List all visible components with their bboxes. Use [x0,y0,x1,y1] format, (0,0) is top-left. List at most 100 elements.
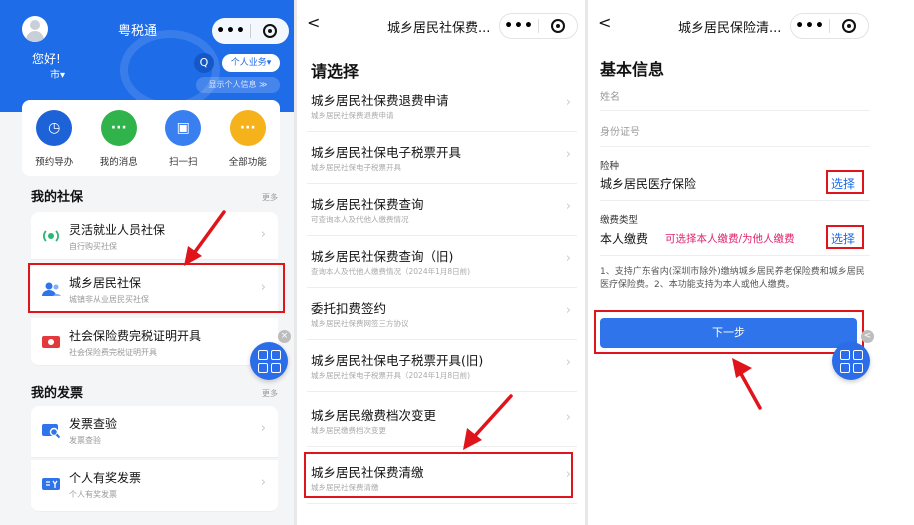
miniapp-capsule: ••• [790,13,869,39]
insurance-type-label: 险种 [600,161,620,172]
quick-action-all[interactable]: ··· 全部功能 [223,110,273,168]
list-item-title: 城乡居民社保费退费申请 [311,93,449,108]
section-title-invoice: 我的发票 [31,386,84,401]
nav-title: 城乡居民社保费... [387,21,491,36]
chevron-right-icon: › [565,410,571,425]
service-item-query[interactable]: 城乡居民社保费查询 可查询本人及代他人缴费情况 › [307,184,577,236]
avatar[interactable] [22,16,48,42]
chevron-right-icon: › [260,421,266,436]
float-menu-button[interactable] [832,342,870,380]
radio-icon [43,230,59,242]
annotation-arrow-icon [732,358,762,410]
list-item-subtitle: 城乡居民社保费退费申请 [311,111,394,120]
record-icon [263,24,277,38]
quick-action-messages[interactable]: ··· 我的消息 [94,110,144,168]
greeting: 您好! [32,52,61,66]
chevron-right-icon: › [565,147,571,162]
service-item-refund[interactable]: 城乡居民社保费退费申请 城乡居民社保费退费申请 › [307,80,577,132]
chevron-right-icon: › [565,95,571,110]
business-type-dropdown[interactable]: 个人业务▾ [222,54,280,72]
service-item-e-ticket-old[interactable]: 城乡居民社保电子税票开具(旧) 城乡居民社保电子税票开具（2024年1月8日前)… [307,340,577,392]
scan-icon: ▣ [165,110,202,146]
show-personal-info-toggle[interactable]: 显示个人信息 ≫ [196,77,280,93]
page-title: 基本信息 [600,60,665,79]
quick-action-label: 我的消息 [99,157,138,168]
invoice-check-icon [42,424,61,439]
social-item-flexible[interactable]: 灵活就业人员社保 自行购买社保 › [31,212,278,260]
certificate-icon [42,336,60,348]
id-number-field[interactable]: 身份证号 [600,123,640,138]
more-menu-button[interactable]: ••• [500,18,538,34]
reward-invoice-icon [42,478,60,490]
list-item-title: 城乡居民社保费查询 [311,197,424,212]
quick-action-scan[interactable]: ▣ 扫一扫 [158,110,208,168]
quick-actions: ◷ 预约导办 ··· 我的消息 ▣ 扫一扫 ··· 全部功能 [22,100,280,176]
float-close-button[interactable]: < [861,330,874,343]
annotation-arrow-icon [463,394,513,450]
payment-type-label: 缴费类型 [600,215,639,226]
quick-action-label: 全部功能 [228,157,267,168]
list-item-title: 灵活就业人员社保 [69,223,166,237]
quick-action-label: 预约导办 [35,157,74,168]
chevron-right-icon: › [565,251,571,266]
annotation-arrow-icon [184,210,226,266]
invoice-more-link[interactable]: 更多 [262,388,278,399]
name-field[interactable]: 姓名 [600,88,620,103]
highlight-box [594,310,864,354]
panel-home: 粤税通 ••• 您好! 市▾ Q 个人业务▾ 显示个人信息 ≫ ◷ 预约导办 ·… [0,0,294,525]
page-title: 请选择 [311,62,360,81]
insurance-type-value: 城乡居民医疗保险 [600,177,697,191]
back-button[interactable]: < [307,13,320,32]
panel-basic-info: < 城乡居民保险清... ••• 基本信息 姓名 身份证号 险种 城乡居民医疗保… [588,0,914,525]
city-selector[interactable]: 市▾ [50,66,65,81]
divider [600,110,870,111]
social-more-link[interactable]: 更多 [262,192,278,203]
divider [600,255,870,256]
list-item-subtitle: 城乡居民社保费网签三方协议 [311,319,409,328]
divider [600,200,870,201]
section-title-social: 我的社保 [31,190,84,205]
quick-action-appointment[interactable]: ◷ 预约导办 [29,110,79,168]
close-miniapp-button[interactable] [539,19,577,33]
notes-text: 1、支持广东省内(深圳市除外)缴纳城乡居民养老保险费和城乡居民医疗保险费。2、本… [600,267,865,290]
float-close-button[interactable]: × [278,330,291,343]
close-miniapp-button[interactable] [251,24,289,38]
invoice-item-reward[interactable]: 个人有奖发票 个人有奖发票 › [31,460,278,512]
chevron-right-icon: › [260,227,266,242]
float-menu-button[interactable] [250,342,288,380]
more-icon: ··· [229,110,266,146]
message-icon: ··· [100,110,137,146]
app-title: 粤税通 [118,24,158,39]
chevron-right-icon: › [565,199,571,214]
close-miniapp-button[interactable] [830,19,868,33]
service-item-query-old[interactable]: 城乡居民社保费查询（旧) 查询本人及代他人缴费情况（2024年1月8日前) › [307,236,577,288]
list-item-title: 城乡居民缴费档次变更 [311,408,437,423]
list-item-subtitle: 发票查验 [69,436,101,445]
nav-title: 城乡居民保险清... [678,21,782,36]
list-item-subtitle: 城乡居民社保电子税票开具（2024年1月8日前) [311,371,471,380]
more-menu-button[interactable]: ••• [791,18,829,34]
service-item-grade-change[interactable]: 城乡居民缴费档次变更 城乡居民缴费档次变更 › [307,395,577,447]
list-item-subtitle: 社会保险费完税证明开具 [69,348,157,357]
panel-select-service: < 城乡居民社保费... ••• 请选择 城乡居民社保费退费申请 城乡居民社保费… [297,0,585,525]
list-item-subtitle: 城乡居民社保电子税票开具 [311,163,401,172]
payment-type-hint: 可选择本人缴费/为他人缴费 [665,233,795,245]
invoice-item-check[interactable]: 发票查验 发票查验 › [31,406,278,458]
record-icon [551,19,565,33]
home-header: 粤税通 ••• 您好! 市▾ Q 个人业务▾ 显示个人信息 ≫ [0,0,294,112]
highlight-box [304,452,573,498]
list-item-title: 城乡居民社保电子税票开具(旧) [311,353,484,368]
search-icon[interactable]: Q [194,53,214,73]
social-item-certificate[interactable]: 社会保险费完税证明开具 社会保险费完税证明开具 [31,318,278,366]
clock-icon: ◷ [36,110,73,146]
list-item-subtitle: 城乡居民缴费档次变更 [311,426,386,435]
chevron-right-icon: › [565,355,571,370]
service-item-entrust[interactable]: 委托扣费签约 城乡居民社保费网签三方协议 › [307,288,577,340]
service-item-e-ticket[interactable]: 城乡居民社保电子税票开具 城乡居民社保电子税票开具 › [307,132,577,184]
list-item-title: 个人有奖发票 [69,471,142,485]
list-item-subtitle: 自行购买社保 [69,242,117,251]
miniapp-capsule: ••• [212,18,289,44]
more-menu-button[interactable]: ••• [212,23,250,39]
miniapp-capsule: ••• [499,13,578,39]
back-button[interactable]: < [598,13,611,32]
